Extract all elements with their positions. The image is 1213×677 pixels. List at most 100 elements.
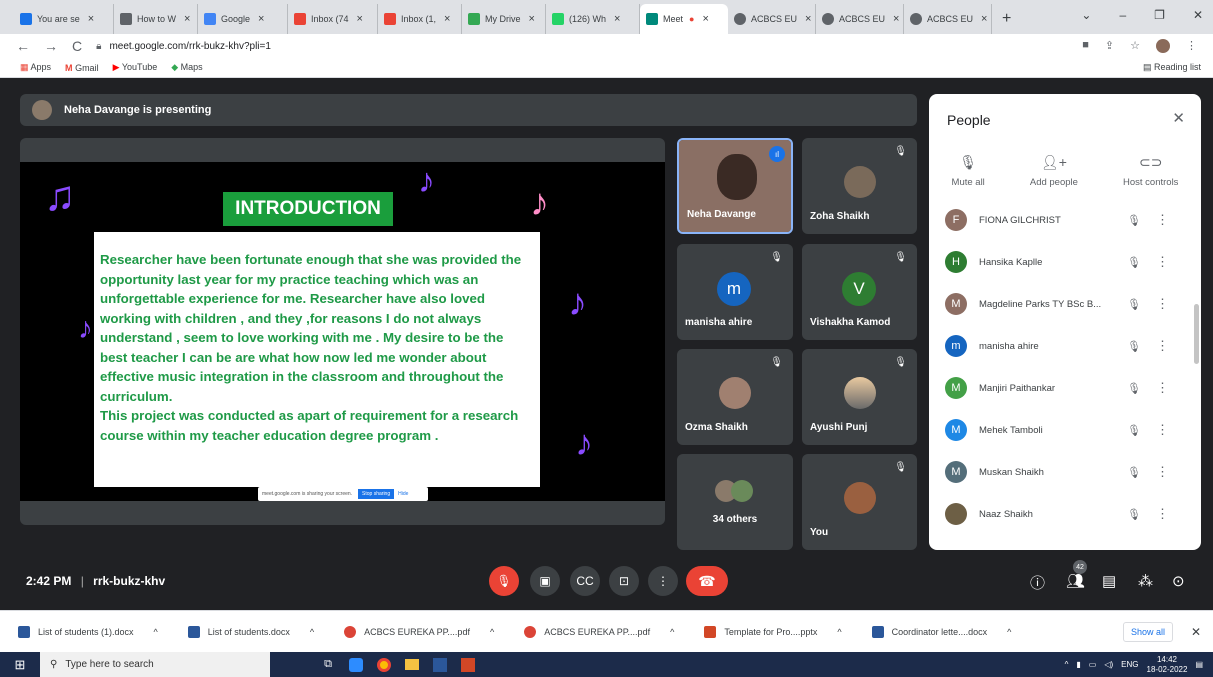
tab-search-icon[interactable]: ⌄ <box>1081 8 1091 22</box>
powerpoint-app-icon[interactable] <box>454 652 482 677</box>
close-icon[interactable]: × <box>184 13 190 25</box>
profile-avatar[interactable] <box>1156 39 1170 53</box>
language-indicator[interactable]: ENG <box>1121 660 1138 669</box>
restore-icon[interactable]: ❐ <box>1154 8 1165 22</box>
info-icon[interactable]: ⓘ <box>1030 572 1045 593</box>
more-options-icon[interactable]: ⋮ <box>1156 506 1169 522</box>
share-icon[interactable]: ⇪ <box>1105 39 1114 53</box>
notifications-icon[interactable]: ▤ <box>1195 660 1203 669</box>
reload-icon[interactable]: C <box>72 38 82 54</box>
close-window-icon[interactable]: ✕ <box>1193 8 1203 22</box>
mic-off-icon[interactable]: 🎙︎ <box>1127 298 1141 311</box>
clock[interactable]: 14:42 18-02-2022 <box>1147 655 1188 675</box>
back-icon[interactable]: ← <box>16 38 30 54</box>
chevron-up-icon[interactable]: ^ <box>1065 660 1069 669</box>
hide-button[interactable]: Hide <box>398 491 408 497</box>
mute-all-button[interactable]: 🎙︎ Mute all <box>952 154 985 188</box>
mic-off-icon[interactable]: 🎙︎ <box>1127 466 1141 479</box>
leave-call-button[interactable]: ☎ <box>686 566 728 596</box>
list-item[interactable]: M Magdeline Parks TY BSc B... 🎙︎ ⋮ <box>929 283 1201 325</box>
tab-6[interactable]: (126) Wh × <box>546 4 640 34</box>
close-icon[interactable]: ✕ <box>1172 109 1185 127</box>
mic-toggle-button[interactable]: 🎙︎ <box>489 566 519 596</box>
more-options-icon[interactable]: ⋮ <box>1156 254 1169 270</box>
minimize-icon[interactable]: – <box>1119 8 1126 22</box>
list-item[interactable]: m manisha ahire 🎙︎ ⋮ <box>929 325 1201 367</box>
participant-tile[interactable]: 🎙︎ m manisha ahire <box>677 244 793 340</box>
mic-off-icon[interactable]: 🎙︎ <box>1127 508 1141 521</box>
windows-start-icon[interactable]: ⊞ <box>0 652 40 677</box>
participant-tile[interactable]: 🎙︎ Ayushi Punj <box>802 349 917 445</box>
camera-in-use-icon[interactable]: ■ <box>1082 39 1089 53</box>
stop-sharing-button[interactable]: Stop sharing <box>358 489 395 499</box>
close-icon[interactable]: × <box>258 13 264 25</box>
others-tile[interactable]: 34 others <box>677 454 793 550</box>
more-options-icon[interactable]: ⋮ <box>1156 296 1169 312</box>
chevron-up-icon[interactable]: ^ <box>1007 627 1011 637</box>
self-tile[interactable]: 🎙︎ You <box>802 454 917 550</box>
download-item[interactable]: ACBCS EUREKA PP....pdf ^ <box>344 625 494 638</box>
download-item[interactable]: Template for Pro....pptx ^ <box>704 625 842 638</box>
people-icon[interactable]: 👥︎ <box>1066 572 1085 590</box>
presentation-stage[interactable]: ♫ ♪ ♪ ♪ ♪ ♪ INTRODUCTION Researcher have… <box>20 138 665 525</box>
chevron-up-icon[interactable]: ^ <box>310 627 314 637</box>
tab-10[interactable]: ACBCS EU × <box>904 4 992 34</box>
mic-off-icon[interactable]: 🎙︎ <box>1127 424 1141 437</box>
list-item[interactable]: M Manjiri Paithankar 🎙︎ ⋮ <box>929 367 1201 409</box>
mic-off-icon[interactable]: 🎙︎ <box>1127 340 1141 353</box>
close-icon[interactable]: × <box>702 13 708 25</box>
participant-tile[interactable]: 🎙︎ Ozma Shaikh <box>677 349 793 445</box>
bookmark-gmail[interactable]: M Gmail <box>65 63 99 73</box>
close-icon[interactable]: × <box>357 13 363 25</box>
chat-icon[interactable]: ▤ <box>1102 572 1116 590</box>
url-input[interactable]: meet.google.com/rrk-bukz-khv?pli=1 <box>109 41 270 52</box>
close-icon[interactable]: ✕ <box>1191 625 1201 639</box>
list-item[interactable]: M Muskan Shaikh 🎙︎ ⋮ <box>929 451 1201 493</box>
tab-4[interactable]: Inbox (1, × <box>378 4 462 34</box>
host-controls-button[interactable]: ⊂⊃ Host controls <box>1123 154 1178 188</box>
menu-dots-icon[interactable]: ⋮ <box>1186 39 1197 53</box>
bookmark-youtube[interactable]: ▶ YouTube <box>113 62 158 73</box>
tab-3[interactable]: Inbox (74 × <box>288 4 378 34</box>
bookmark-apps[interactable]: ▦ Apps <box>20 62 51 73</box>
bookmark-maps[interactable]: ◆ Maps <box>171 62 202 73</box>
more-options-icon[interactable]: ⋮ <box>1156 338 1169 354</box>
tab-9[interactable]: ACBCS EU × <box>816 4 904 34</box>
network-icon[interactable]: ▭ <box>1089 660 1097 669</box>
download-item[interactable]: Coordinator lette....docx ^ <box>871 625 1011 638</box>
tab-5[interactable]: My Drive × <box>462 4 546 34</box>
show-all-button[interactable]: Show all <box>1122 621 1173 642</box>
close-icon[interactable]: × <box>981 13 987 25</box>
participant-tile[interactable]: ıl Neha Davange <box>677 138 793 234</box>
tab-0[interactable]: You are se × <box>14 4 114 34</box>
list-item[interactable]: F FIONA GILCHRIST 🎙︎ ⋮ <box>929 199 1201 241</box>
file-explorer-icon[interactable] <box>398 652 426 677</box>
zoom-app-icon[interactable] <box>342 652 370 677</box>
word-app-icon[interactable] <box>426 652 454 677</box>
close-icon[interactable]: × <box>529 13 535 25</box>
participant-tile[interactable]: 🎙︎ Zoha Shaikh <box>802 138 917 234</box>
list-item[interactable]: M Mehek Tamboli 🎙︎ ⋮ <box>929 409 1201 451</box>
chevron-up-icon[interactable]: ^ <box>490 627 494 637</box>
more-options-button[interactable]: ⋮ <box>648 566 678 596</box>
chevron-up-icon[interactable]: ^ <box>837 627 841 637</box>
scrollbar[interactable] <box>1194 304 1199 364</box>
more-options-icon[interactable]: ⋮ <box>1156 464 1169 480</box>
forward-icon[interactable]: → <box>44 38 58 54</box>
chevron-up-icon[interactable]: ^ <box>154 627 158 637</box>
download-item[interactable]: ACBCS EUREKA PP....pdf ^ <box>524 625 674 638</box>
chrome-app-icon[interactable] <box>370 652 398 677</box>
reading-list-button[interactable]: ▤ Reading list <box>1143 62 1201 73</box>
volume-icon[interactable]: ◁) <box>1104 660 1113 669</box>
list-item[interactable]: Naaz Shaikh 🎙︎ ⋮ <box>929 493 1201 535</box>
battery-icon[interactable]: ▮ <box>1076 660 1080 669</box>
close-icon[interactable]: × <box>88 13 94 25</box>
new-tab-icon[interactable]: + <box>1002 10 1011 28</box>
participant-tile[interactable]: 🎙︎ V Vishakha Kamod <box>802 244 917 340</box>
camera-toggle-button[interactable]: ▣ <box>530 566 560 596</box>
tab-8[interactable]: ACBCS EU × <box>728 4 816 34</box>
mic-off-icon[interactable]: 🎙︎ <box>1127 382 1141 395</box>
host-controls-icon[interactable]: ⊙ <box>1172 572 1185 590</box>
mic-off-icon[interactable]: 🎙︎ <box>1127 256 1141 269</box>
tab-2[interactable]: Google × <box>198 4 288 34</box>
